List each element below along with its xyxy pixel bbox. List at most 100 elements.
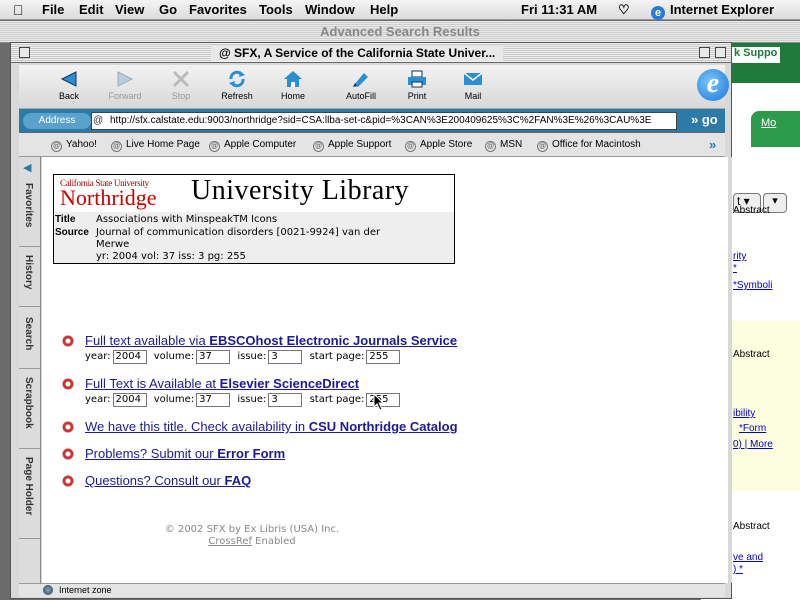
window-titlebar[interactable]: @ SFX, A Service of the California State… bbox=[11, 43, 731, 63]
favorite-label: MSN bbox=[500, 139, 523, 150]
zoom-box-icon[interactable] bbox=[699, 47, 710, 58]
forward-label: Forward bbox=[108, 91, 142, 101]
autofill-label: AutoFill bbox=[345, 91, 376, 101]
start-page-label: start page: bbox=[309, 351, 365, 362]
favorite-link[interactable]: @ Apple Computer bbox=[209, 139, 296, 152]
print-icon bbox=[408, 70, 426, 88]
side-tab-history[interactable]: History bbox=[19, 247, 41, 307]
volume-field[interactable]: 37 bbox=[196, 350, 231, 364]
service-text: Questions? Consult our bbox=[85, 473, 225, 488]
volume-field[interactable]: 37 bbox=[196, 393, 231, 407]
sfx-target-icon bbox=[57, 335, 79, 347]
issue-label: issue: bbox=[237, 394, 267, 405]
bg-support-link[interactable]: k Suppo bbox=[731, 47, 781, 63]
bg-link[interactable]: ) * bbox=[733, 564, 743, 575]
title-value: Associations with MinspeakTM Icons bbox=[96, 214, 278, 225]
app-name: Internet Explorer bbox=[670, 2, 775, 17]
favorite-link[interactable]: @ MSN bbox=[485, 139, 522, 152]
issue-field[interactable]: 3 bbox=[268, 350, 303, 364]
library-header: California State University Northridge U… bbox=[53, 174, 455, 264]
refresh-button[interactable]: Refresh bbox=[207, 67, 267, 107]
page-proxy-icon[interactable]: @ bbox=[93, 115, 103, 126]
mail-button[interactable]: Mail bbox=[443, 67, 503, 107]
service-text: Full Text is Available at bbox=[85, 376, 220, 391]
favorite-icon: @ bbox=[51, 141, 62, 152]
app-menu[interactable]: e Internet Explorer bbox=[651, 2, 774, 20]
side-tab-search[interactable]: Search bbox=[19, 307, 41, 369]
bg-link[interactable]: *Symboli bbox=[733, 280, 772, 291]
favorite-icon: @ bbox=[313, 141, 324, 152]
home-button[interactable]: Home bbox=[263, 67, 323, 107]
bg-tab[interactable]: Mo bbox=[751, 111, 800, 147]
title-key: Title bbox=[55, 214, 76, 225]
volume-label: volume: bbox=[153, 394, 195, 405]
ebsco-link[interactable]: Full text available via EBSCOhost Electr… bbox=[85, 333, 457, 348]
side-tab-page-holder[interactable]: Page Holder bbox=[19, 449, 41, 539]
menu-edit[interactable]: Edit bbox=[79, 2, 104, 17]
back-button[interactable]: Back bbox=[39, 67, 99, 107]
menu-view[interactable]: View bbox=[115, 2, 144, 17]
service-name: Error Form bbox=[217, 446, 286, 461]
forward-arrow-icon bbox=[117, 71, 134, 87]
favorite-icon: @ bbox=[111, 141, 122, 152]
favorite-link[interactable]: @ Apple Support bbox=[313, 139, 391, 152]
favorites-more-icon[interactable]: » bbox=[709, 137, 716, 152]
collapse-box-icon[interactable] bbox=[715, 47, 726, 58]
bg-link[interactable]: 0) | More bbox=[733, 439, 773, 450]
catalog-link[interactable]: We have this title. Check availability i… bbox=[85, 419, 458, 434]
crossref-link[interactable]: CrossRef bbox=[208, 536, 252, 547]
back-label: Back bbox=[58, 91, 79, 101]
citation-meta: Title Associations with MinspeakTM Icons… bbox=[54, 212, 454, 263]
error-form-link[interactable]: Problems? Submit our Error Form bbox=[85, 446, 285, 461]
refresh-icon bbox=[229, 70, 245, 88]
year-field[interactable]: 2004 bbox=[112, 393, 147, 407]
menu-window[interactable]: Window bbox=[305, 2, 355, 17]
forward-button[interactable]: Forward bbox=[95, 67, 155, 107]
background-window-titlebar[interactable]: Advanced Search Results bbox=[0, 21, 800, 43]
close-box-icon[interactable] bbox=[19, 47, 30, 58]
logo-northridge: Northridge bbox=[60, 185, 157, 210]
page-icon: @ bbox=[219, 46, 231, 60]
bg-link[interactable]: *Form bbox=[739, 423, 766, 434]
menu-favorites[interactable]: Favorites bbox=[189, 2, 247, 17]
bg-link[interactable]: * bbox=[733, 263, 737, 274]
bg-tab-label: Mo bbox=[761, 117, 777, 129]
sciencedirect-link[interactable]: Full Text is Available at Elsevier Scien… bbox=[85, 376, 359, 391]
print-button[interactable]: Print bbox=[387, 67, 447, 107]
favorite-link[interactable]: @ Office for Macintosh bbox=[537, 139, 641, 152]
service-name: Elsevier ScienceDirect bbox=[219, 376, 360, 391]
menu-help[interactable]: Help bbox=[370, 2, 398, 17]
source-key: Source bbox=[55, 227, 89, 238]
menubar-clock[interactable]: Fri 11:31 AM bbox=[521, 2, 597, 17]
window-right-edge bbox=[728, 157, 732, 583]
help-agent-icon[interactable]: ♡ bbox=[618, 2, 630, 18]
autofill-button[interactable]: AutoFill bbox=[331, 67, 391, 107]
side-panel-toggle-icon[interactable]: ◀ bbox=[23, 161, 31, 174]
side-tab-scrapbook[interactable]: Scrapbook bbox=[19, 369, 41, 449]
bg-link[interactable]: rity bbox=[733, 251, 746, 262]
address-input[interactable]: http://sfx.calstate.edu:9003/northridge?… bbox=[91, 112, 677, 130]
favorite-link[interactable]: @ Yahoo! bbox=[51, 139, 97, 152]
apple-menu-icon[interactable]:  bbox=[13, 2, 24, 18]
menu-go[interactable]: Go bbox=[159, 2, 177, 17]
side-tab-favorites[interactable]: Favorites bbox=[19, 177, 41, 247]
stop-button[interactable]: Stop bbox=[151, 67, 211, 107]
menu-file[interactable]: File bbox=[42, 2, 64, 17]
side-tab-label: Scrapbook bbox=[23, 377, 34, 429]
go-button[interactable]: » go bbox=[691, 112, 718, 127]
bg-link[interactable]: ibility bbox=[733, 408, 755, 419]
sfx-target-icon bbox=[57, 378, 79, 390]
favorite-link[interactable]: @ Live Home Page bbox=[111, 139, 200, 152]
year-field[interactable]: 2004 bbox=[112, 350, 147, 364]
bg-link[interactable]: ve and bbox=[733, 552, 763, 563]
faq-link[interactable]: Questions? Consult our FAQ bbox=[85, 473, 251, 488]
menu-tools[interactable]: Tools bbox=[259, 2, 293, 17]
issue-field[interactable]: 3 bbox=[268, 393, 303, 407]
start-page-field[interactable]: 255 bbox=[366, 350, 401, 364]
source-value: Journal of communication disorders [0021… bbox=[96, 227, 381, 238]
sfx-target-icon bbox=[57, 421, 79, 433]
print-label: Print bbox=[407, 91, 427, 101]
side-tab-label: Page Holder bbox=[23, 457, 34, 516]
bg-abstract: Abstract bbox=[733, 349, 770, 360]
favorite-link[interactable]: @ Apple Store bbox=[405, 139, 472, 152]
